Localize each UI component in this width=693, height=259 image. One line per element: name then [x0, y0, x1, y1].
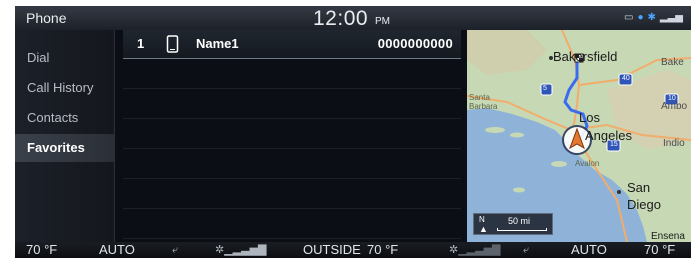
passenger-temperature[interactable]: 70 °F	[644, 242, 675, 258]
north-label: N	[479, 215, 485, 224]
empty-row	[123, 120, 461, 149]
empty-row	[123, 90, 461, 119]
signal-strength-icon: ▂▃▅	[659, 12, 683, 23]
status-bar: Phone 12:00 PM ▭ ● ✱ ▂▃▅	[15, 6, 691, 30]
highway-40-shield: 40	[622, 75, 630, 82]
map-label-ambo: Ambo	[661, 101, 688, 112]
driver-climate-mode[interactable]: AUTO	[99, 242, 135, 258]
passenger-airflow-seat-icon[interactable]: ⤶	[523, 242, 529, 258]
phone-menu: Dial Call History Contacts Favorites	[15, 30, 114, 242]
outside-temperature: 70 °F	[367, 242, 399, 257]
empty-row	[123, 60, 461, 89]
bluetooth-icon: ●	[637, 12, 644, 23]
fan-speed-icon[interactable]: ✲ ▁▂▃▅▇	[215, 242, 267, 258]
map-label-los: Los	[579, 110, 600, 125]
bluetooth-phone-icon: ✱	[647, 12, 656, 23]
mobile-phone-icon	[166, 35, 179, 53]
driver-temperature[interactable]: 70 °F	[26, 242, 57, 258]
map-label-san: San	[627, 180, 651, 195]
favorite-number: 0000000000	[377, 36, 453, 51]
highway-5-shield: 5	[543, 85, 547, 92]
menu-item-call-history[interactable]: Call History	[15, 74, 114, 102]
app-title: Phone	[26, 10, 67, 26]
status-icons: ▭ ● ✱ ▂▃▅	[624, 12, 683, 23]
menu-item-dial[interactable]: Dial	[15, 44, 114, 72]
scale-distance: 50 mi	[508, 216, 531, 226]
map-label-bakersfield: Bakersfield	[553, 49, 618, 64]
north-arrow-icon: ▲	[479, 224, 488, 234]
scale-bar	[497, 228, 547, 231]
map-label-angeles: Angeles	[585, 128, 632, 143]
favorite-index: 1	[137, 36, 145, 51]
highway-10-shield: 10	[668, 95, 676, 102]
map-scale: N ▲ 50 mi	[473, 213, 553, 235]
empty-row	[123, 210, 461, 239]
menu-item-contacts[interactable]: Contacts	[15, 104, 114, 132]
head-unit-screen: Phone 12:00 PM ▭ ● ✱ ▂▃▅ Dial Call Histo…	[15, 6, 691, 258]
navigation-map[interactable]: Bakersfield Bake Santa Barbara Los Angel…	[467, 30, 691, 242]
clock-ampm: PM	[375, 16, 390, 27]
map-label-avalon: Avalon	[575, 159, 600, 168]
empty-row	[123, 180, 461, 209]
map-label-santa: Santa	[469, 93, 490, 102]
map-label-ensena: Ensena	[651, 231, 685, 242]
climate-bar: 70 °F AUTO ⤶ ✲ ▁▂▃▅▇ OUTSIDE 70 °F ✲ ▁▂▃▅▇…	[15, 242, 691, 258]
map-label-diego: Diego	[627, 197, 661, 212]
favorites-list: 1 Name1 0000000000	[114, 30, 467, 242]
favorite-row[interactable]: 1 Name1 0000000000	[123, 30, 461, 59]
map-label-indio: Indio	[663, 138, 685, 149]
passenger-climate-mode[interactable]: AUTO	[571, 242, 607, 258]
map-label-barbara: Barbara	[469, 102, 498, 111]
clock: 12:00	[313, 7, 369, 30]
outside-label: OUTSIDE	[303, 242, 361, 257]
passenger-fan-speed-icon[interactable]: ✲ ▁▂▃▅▇	[449, 242, 501, 258]
highway-15-shield: 15	[610, 141, 618, 148]
map-label-bake: Bake	[661, 57, 684, 68]
menu-item-favorites[interactable]: Favorites	[15, 134, 114, 162]
favorite-name: Name1	[196, 36, 239, 51]
airflow-seat-icon[interactable]: ⤶	[172, 242, 178, 258]
battery-icon: ▭	[624, 12, 634, 23]
empty-row	[123, 150, 461, 179]
